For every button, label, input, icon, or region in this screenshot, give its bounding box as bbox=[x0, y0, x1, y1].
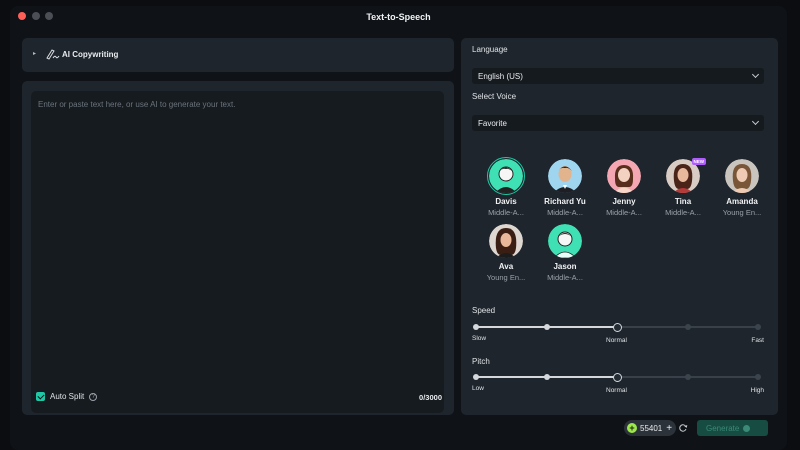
language-select[interactable]: English (US) bbox=[472, 68, 764, 84]
speed-slider[interactable] bbox=[473, 322, 761, 332]
ai-copywriting-label: AI Copywriting bbox=[62, 50, 119, 59]
avatar bbox=[548, 224, 582, 258]
voice-desc: Middle-A... bbox=[547, 208, 583, 217]
pitch-slider[interactable] bbox=[473, 372, 761, 382]
char-counter: 0/3000 bbox=[419, 393, 442, 402]
slider-step[interactable] bbox=[473, 324, 479, 330]
voice-desc: Young En... bbox=[486, 273, 526, 282]
slider-step[interactable] bbox=[755, 324, 761, 330]
voice-desc: Middle-A... bbox=[547, 273, 583, 282]
speed-mid-label: Normal bbox=[606, 337, 627, 344]
voice-name: Richard Yu bbox=[544, 197, 586, 206]
pen-ai-icon bbox=[46, 49, 60, 60]
pitch-max-label: High bbox=[750, 387, 764, 394]
voice-card-davis[interactable]: Davis Middle-A... bbox=[476, 157, 536, 217]
coin-plus-icon: + bbox=[627, 423, 637, 433]
voice-card-jenny[interactable]: Jenny Middle-A... bbox=[594, 159, 654, 217]
slider-step[interactable] bbox=[755, 374, 761, 380]
avatar-jason-icon bbox=[548, 224, 582, 258]
voice-card-jason[interactable]: Jason Middle-A... bbox=[535, 224, 595, 282]
select-voice-label: Select Voice bbox=[472, 92, 517, 101]
voice-desc: Middle-A... bbox=[665, 208, 701, 217]
slider-step[interactable] bbox=[543, 374, 550, 380]
title-bar: Text-to-Speech bbox=[10, 6, 787, 28]
refresh-icon[interactable] bbox=[678, 423, 688, 433]
language-label: Language bbox=[472, 45, 508, 54]
window-title: Text-to-Speech bbox=[366, 12, 431, 22]
auto-split-checkbox[interactable] bbox=[36, 392, 45, 401]
generate-button[interactable]: Generate bbox=[697, 420, 768, 436]
credit-coin-icon bbox=[743, 424, 751, 432]
tts-window: Text-to-Speech ▸ AI Copywriting Auto Spl… bbox=[10, 6, 787, 450]
voice-name: Jason bbox=[553, 262, 577, 271]
auto-split-label: Auto Split bbox=[50, 392, 85, 401]
chevron-down-icon bbox=[751, 117, 760, 126]
language-selected-value: English (US) bbox=[478, 72, 523, 81]
ai-copywriting-section[interactable]: ▸ AI Copywriting bbox=[22, 38, 454, 72]
slider-thumb[interactable] bbox=[612, 372, 622, 382]
generate-label: Generate bbox=[706, 423, 740, 433]
avatar-ava-icon bbox=[489, 224, 523, 258]
voice-desc: Young En... bbox=[722, 208, 762, 217]
pitch-min-label: Low bbox=[472, 385, 484, 392]
credits-count: 55401 bbox=[640, 423, 663, 433]
avatar-jenny-icon bbox=[607, 159, 641, 193]
speed-min-label: Slow bbox=[472, 335, 487, 342]
credits-pill[interactable]: + 55401 + bbox=[624, 420, 676, 436]
avatar bbox=[607, 159, 641, 193]
slider-thumb[interactable] bbox=[612, 322, 622, 332]
avatar bbox=[489, 224, 523, 258]
voice-name: Tina bbox=[674, 197, 692, 206]
triangle-right-icon[interactable]: ▸ bbox=[33, 50, 36, 57]
slider-step[interactable] bbox=[684, 324, 691, 330]
pitch-mid-label: Normal bbox=[606, 387, 627, 394]
new-badge: NEW bbox=[691, 158, 706, 165]
voice-card-ava[interactable]: Ava Young En... bbox=[476, 224, 536, 282]
add-credits-icon[interactable]: + bbox=[666, 423, 672, 434]
avatar-davis-icon bbox=[489, 159, 523, 193]
voice-card-tina[interactable]: NEW Tina Middle-A... bbox=[653, 158, 713, 217]
voice-filter-selected-value: Favorite bbox=[478, 119, 507, 128]
slider-step[interactable] bbox=[543, 324, 550, 330]
slider-step[interactable] bbox=[473, 374, 479, 380]
voice-name: Amanda bbox=[726, 197, 758, 206]
pitch-label: Pitch bbox=[472, 357, 490, 366]
text-editor-panel: Auto Split ? 0/3000 bbox=[22, 81, 454, 415]
avatar: NEW bbox=[666, 158, 706, 193]
voice-name: Davis bbox=[495, 197, 517, 206]
voice-card-richard-yu[interactable]: Richard Yu Middle-A... bbox=[535, 159, 595, 217]
voice-settings-panel: Language English (US) Select Voice Favor… bbox=[461, 38, 778, 415]
avatar bbox=[548, 159, 582, 193]
slider-step[interactable] bbox=[684, 374, 691, 380]
avatar bbox=[725, 159, 759, 193]
info-icon[interactable]: ? bbox=[89, 392, 98, 401]
avatar-amanda-icon bbox=[725, 159, 759, 193]
speed-max-label: Fast bbox=[751, 337, 764, 344]
voice-desc: Middle-A... bbox=[606, 208, 642, 217]
voice-card-amanda[interactable]: Amanda Young En... bbox=[712, 159, 772, 217]
script-textarea[interactable] bbox=[31, 91, 444, 413]
avatar-richard-yu-icon bbox=[548, 159, 582, 193]
auto-split-toggle[interactable]: Auto Split ? bbox=[36, 392, 98, 401]
chevron-down-icon bbox=[751, 70, 760, 79]
speed-label: Speed bbox=[472, 306, 496, 315]
voice-name: Jenny bbox=[612, 197, 636, 206]
voice-desc: Middle-A... bbox=[488, 208, 524, 217]
voice-filter-select[interactable]: Favorite bbox=[472, 115, 764, 131]
avatar bbox=[487, 157, 525, 195]
voice-name: Ava bbox=[498, 262, 514, 271]
